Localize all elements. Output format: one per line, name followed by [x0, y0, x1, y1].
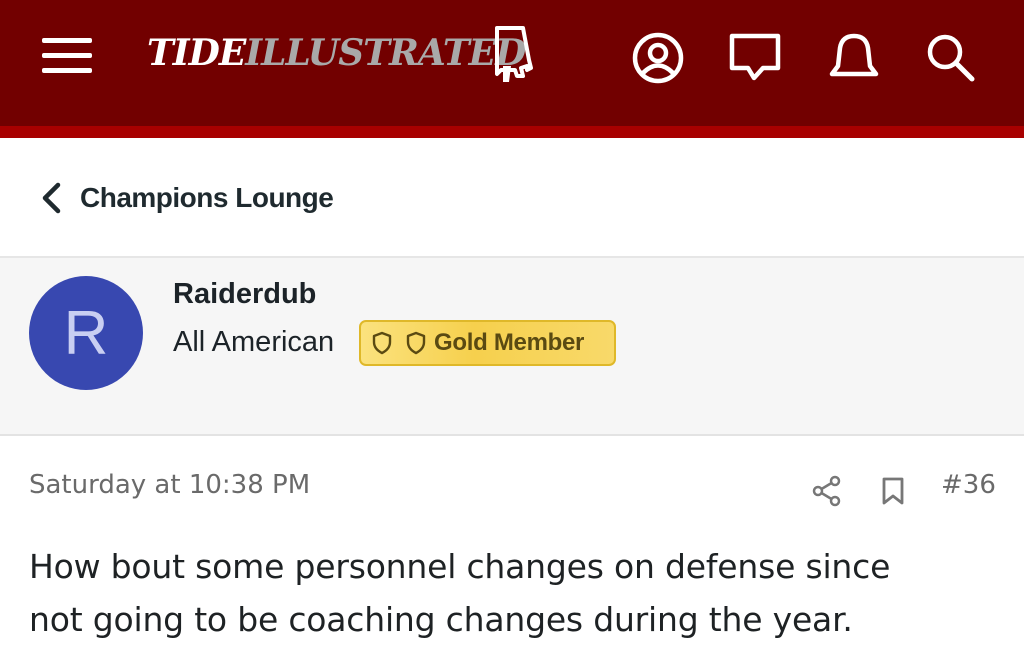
messages-button[interactable] [727, 30, 783, 86]
post-author: R Raiderdub All American Gold Member [0, 258, 1024, 436]
share-icon [812, 475, 841, 507]
account-button[interactable] [630, 30, 686, 86]
shield-icon [372, 331, 392, 355]
shield-icon [406, 331, 426, 355]
search-icon [927, 34, 975, 82]
menu-icon-bar [42, 53, 92, 58]
bookmark-button[interactable] [876, 474, 910, 508]
site-header: TIDEILLUSTRATED [0, 0, 1024, 126]
menu-icon-bar [42, 38, 92, 43]
gold-member-badge[interactable]: Gold Member [359, 320, 616, 366]
site-logo[interactable]: TIDEILLUSTRATED [147, 26, 542, 86]
post-body-line: not going to be coaching changes during … [29, 600, 853, 639]
divider [0, 434, 1024, 436]
alerts-button[interactable] [826, 30, 882, 86]
breadcrumb-back[interactable]: Champions Lounge [38, 174, 334, 222]
badge-label: Gold Member [434, 329, 585, 356]
logo-word-tide: TIDE [147, 32, 246, 74]
author-title: All American [173, 326, 335, 358]
logo-text: TIDEILLUSTRATED [147, 32, 526, 74]
avatar-letter: R [63, 298, 109, 368]
logo-word-illustrated: ILLUSTRATED [245, 32, 526, 74]
share-button[interactable] [810, 474, 844, 508]
post-body: How bout some personnel changes on defen… [29, 540, 1009, 646]
messages-icon [729, 33, 781, 81]
post-number[interactable]: #36 [941, 470, 996, 500]
header-stripe [0, 126, 1024, 138]
menu-button[interactable] [40, 36, 94, 76]
alabama-state-icon [495, 26, 533, 82]
breadcrumb-label: Champions Lounge [80, 182, 334, 213]
post-date[interactable]: Saturday at 10:38 PM [29, 470, 310, 500]
menu-icon-bar [42, 68, 92, 73]
avatar[interactable]: R [29, 276, 143, 390]
alerts-bell-icon [829, 33, 879, 77]
bookmark-icon [882, 477, 904, 505]
search-button[interactable] [922, 30, 978, 86]
post-body-line: How bout some personnel changes on defen… [29, 547, 891, 586]
author-username[interactable]: Raiderdub [173, 278, 316, 311]
chevron-left-icon [42, 182, 61, 214]
account-icon [632, 32, 684, 84]
